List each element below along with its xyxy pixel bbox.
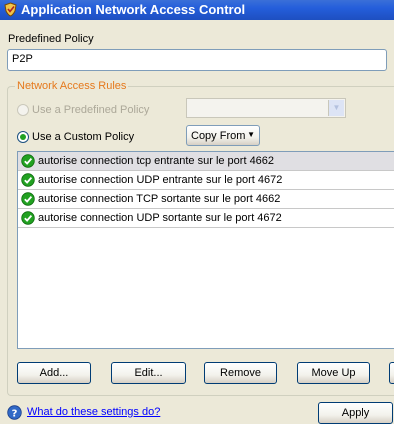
predefined-policy-field[interactable]: P2P [7,49,387,71]
use-custom-policy-radio[interactable] [17,131,29,143]
help-icon[interactable]: ? [7,405,22,420]
rule-label: autorise connection tcp entrante sur le … [38,155,275,167]
predefined-policy-label: Predefined Policy [8,33,94,45]
rule-row[interactable]: autorise connection TCP sortante sur le … [18,190,394,209]
move-up-button[interactable]: Move Up [297,362,370,384]
title-bar[interactable]: Application Network Access Control [0,0,394,20]
radio-selected-dot [20,134,26,140]
green-check-icon [21,173,35,187]
rule-label: autorise connection UDP entrante sur le … [38,174,283,186]
window-title: Application Network Access Control [21,2,246,17]
predefined-policy-value: P2P [12,53,33,65]
dropdown-arrow-icon: ▼ [247,130,255,139]
chevron-down-icon: ▼ [328,100,344,116]
predefined-policy-combo[interactable]: ▼ [186,98,346,118]
remove-button[interactable]: Remove [204,362,277,384]
copy-from-button[interactable]: Copy From ▼ [186,125,260,146]
svg-text:?: ? [12,408,18,419]
shield-app-icon [4,2,17,17]
use-predefined-policy-radio[interactable] [17,104,29,116]
use-custom-policy-label: Use a Custom Policy [32,131,135,143]
rule-label: autorise connection UDP sortante sur le … [38,212,282,224]
help-link[interactable]: What do these settings do? [27,406,160,418]
add-button[interactable]: Add... [17,362,91,384]
rule-label: autorise connection TCP sortante sur le … [38,193,281,205]
use-predefined-policy-label: Use a Predefined Policy [32,104,150,116]
green-check-icon [21,192,35,206]
rule-row[interactable]: autorise connection UDP sortante sur le … [18,209,394,228]
green-check-icon [21,211,35,225]
rule-row[interactable]: autorise connection tcp entrante sur le … [18,152,394,171]
green-check-icon [21,154,35,168]
apply-button[interactable]: Apply [318,402,393,424]
network-access-rules-title: Network Access Rules [15,80,129,92]
copy-from-label: Copy From [191,129,246,142]
rule-row[interactable]: autorise connection UDP entrante sur le … [18,171,394,190]
rules-list[interactable]: autorise connection tcp entrante sur le … [17,151,394,349]
move-down-button[interactable] [389,362,394,384]
edit-button[interactable]: Edit... [111,362,186,384]
